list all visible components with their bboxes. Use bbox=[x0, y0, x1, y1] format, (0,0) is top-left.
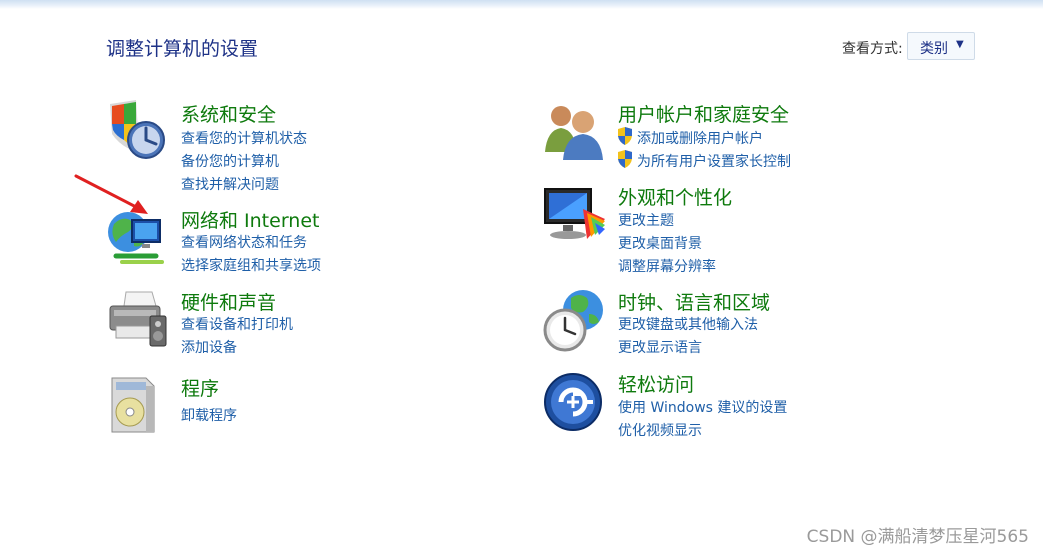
chevron-down-icon: ▼ bbox=[956, 39, 964, 50]
view-by-dropdown[interactable]: 类别 ▼ bbox=[907, 32, 975, 60]
category-title-ease-of-access[interactable]: 轻松访问 bbox=[618, 370, 694, 397]
category-title-appearance[interactable]: 外观和个性化 bbox=[618, 183, 732, 210]
link-devices-printers[interactable]: 查看设备和打印机 bbox=[181, 314, 293, 334]
page-title: 调整计算机的设置 bbox=[106, 38, 259, 60]
users-icon bbox=[545, 106, 603, 160]
link-optimize-video[interactable]: 优化视频显示 bbox=[618, 420, 702, 440]
view-by-label: 查看方式: bbox=[842, 41, 903, 57]
window-top-border bbox=[0, 0, 1043, 9]
ease-of-access-icon bbox=[544, 373, 602, 431]
uac-shield-icon bbox=[618, 150, 632, 168]
link-screen-resolution[interactable]: 调整屏幕分辨率 bbox=[618, 256, 716, 276]
link-view-network-status[interactable]: 查看网络状态和任务 bbox=[181, 232, 307, 252]
link-recommended-settings[interactable]: 使用 Windows 建议的设置 bbox=[618, 397, 787, 417]
watermark: CSDN @满船清梦压星河565 bbox=[806, 527, 1029, 547]
shield-clock-icon bbox=[110, 100, 165, 159]
link-view-computer-status[interactable]: 查看您的计算机状态 bbox=[181, 128, 307, 148]
category-title-programs[interactable]: 程序 bbox=[181, 374, 219, 401]
category-title-hardware-sound[interactable]: 硬件和声音 bbox=[181, 288, 276, 315]
category-title-user-accounts[interactable]: 用户帐户和家庭安全 bbox=[618, 100, 789, 127]
red-arrow-annotation bbox=[74, 174, 148, 214]
category-title-network-internet[interactable]: 网络和 Internet bbox=[181, 206, 319, 233]
link-troubleshoot[interactable]: 查找并解决问题 bbox=[181, 174, 279, 194]
link-add-remove-accounts[interactable]: 添加或删除用户帐户 bbox=[637, 128, 763, 148]
category-title-clock-language[interactable]: 时钟、语言和区域 bbox=[618, 288, 770, 315]
link-add-device[interactable]: 添加设备 bbox=[181, 337, 237, 357]
link-uninstall-program[interactable]: 卸载程序 bbox=[181, 405, 237, 425]
link-change-background[interactable]: 更改桌面背景 bbox=[618, 233, 702, 253]
link-homegroup-sharing[interactable]: 选择家庭组和共享选项 bbox=[181, 255, 321, 275]
link-parental-controls[interactable]: 为所有用户设置家长控制 bbox=[637, 151, 791, 171]
link-change-display-language[interactable]: 更改显示语言 bbox=[618, 337, 702, 357]
uac-shield-icon bbox=[618, 127, 632, 145]
link-backup-computer[interactable]: 备份您的计算机 bbox=[181, 151, 279, 171]
view-by-value: 类别 bbox=[920, 41, 948, 57]
category-title-system-security[interactable]: 系统和安全 bbox=[181, 100, 276, 127]
printer-icon bbox=[109, 291, 167, 347]
globe-clock-icon bbox=[543, 290, 603, 352]
link-change-theme[interactable]: 更改主题 bbox=[618, 210, 674, 230]
link-change-keyboard[interactable]: 更改键盘或其他输入法 bbox=[618, 314, 758, 334]
programs-box-icon bbox=[111, 377, 155, 433]
monitor-palette-icon bbox=[544, 188, 605, 239]
